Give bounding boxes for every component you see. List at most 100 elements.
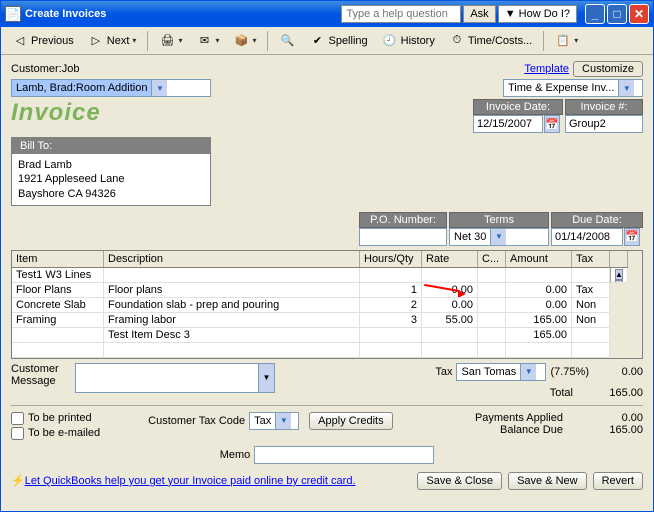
revert-button[interactable]: Revert	[593, 472, 643, 490]
cell-desc[interactable]: Framing labor	[104, 313, 360, 328]
cell-rate[interactable]	[422, 328, 478, 343]
dropdown-arrow-icon[interactable]: ▼	[258, 364, 274, 392]
line-items-grid[interactable]: Item Description Hours/Qty Rate C... Amo…	[11, 250, 643, 359]
cell-amount[interactable]: 0.00	[506, 283, 572, 298]
calendar-icon[interactable]: 📅	[544, 115, 560, 133]
dropdown-arrow-icon[interactable]: ▼	[618, 80, 634, 96]
print-button[interactable]: 🖨▾	[154, 30, 187, 52]
spelling-button[interactable]: ✔Spelling	[304, 30, 372, 52]
cell-item[interactable]: Concrete Slab	[12, 298, 104, 313]
dropdown-arrow-icon[interactable]: ▼	[490, 229, 506, 245]
cell-class[interactable]	[478, 298, 506, 313]
cell-rate[interactable]: 55.00	[422, 313, 478, 328]
cell-hours[interactable]: 2	[360, 298, 422, 313]
terms-combo[interactable]: Net 30 ▼	[449, 228, 549, 246]
table-row[interactable]	[12, 343, 642, 358]
table-row[interactable]: Floor PlansFloor plans10.000.00Tax	[12, 283, 642, 298]
email-button[interactable]: ✉▾	[191, 30, 224, 52]
dropdown-arrow-icon[interactable]: ▼	[520, 364, 536, 380]
cell-hours[interactable]	[360, 328, 422, 343]
customer-job-combo[interactable]: Lamb, Brad:Room Addition ▼	[11, 79, 211, 97]
table-row[interactable]: Concrete SlabFoundation slab - prep and …	[12, 298, 642, 313]
quickbooks-online-payment-link[interactable]: Let QuickBooks help you get your Invoice…	[25, 475, 356, 487]
cell-class[interactable]	[478, 268, 506, 283]
cell-item[interactable]	[12, 343, 104, 358]
customer-tax-code-combo[interactable]: Tax ▼	[249, 412, 299, 430]
table-row[interactable]: FramingFraming labor355.00 165.00Non	[12, 313, 642, 328]
cell-desc[interactable]	[104, 268, 360, 283]
history-button[interactable]: 🕘History	[377, 30, 440, 52]
find-button[interactable]: 🔍	[274, 30, 300, 52]
memo-input[interactable]	[254, 446, 434, 464]
template-combo[interactable]: Time & Expense Inv... ▼	[503, 79, 643, 97]
close-button[interactable]: ✕	[629, 4, 649, 24]
dropdown-arrow-icon[interactable]: ▼	[275, 413, 291, 429]
cell-rate[interactable]: 0.00	[422, 298, 478, 313]
cell-amount[interactable]: 165.00	[506, 328, 572, 343]
table-row[interactable]: Test Item Desc 3 165.00	[12, 328, 642, 343]
cell-class[interactable]	[478, 313, 506, 328]
next-button[interactable]: ▷Next▾	[83, 30, 142, 52]
col-class[interactable]: C...	[478, 251, 506, 268]
maximize-button[interactable]: □	[607, 4, 627, 24]
scroll-down-icon[interactable]: ▼	[615, 280, 623, 283]
help-question-input[interactable]	[341, 5, 461, 23]
cell-desc[interactable]: Foundation slab - prep and pouring	[104, 298, 360, 313]
cell-hours[interactable]	[360, 343, 422, 358]
cell-amount[interactable]	[506, 343, 572, 358]
col-description[interactable]: Description	[104, 251, 360, 268]
to-be-printed-checkbox[interactable]	[11, 412, 24, 425]
scroll-up-icon[interactable]: ▲	[615, 269, 623, 280]
cell-tax[interactable]: Tax	[572, 283, 610, 298]
tax-item-combo[interactable]: San Tomas ▼	[456, 363, 546, 381]
cell-tax[interactable]	[572, 343, 610, 358]
cell-amount[interactable]: 0.00	[506, 298, 572, 313]
cell-hours[interactable]: 1	[360, 283, 422, 298]
cell-rate[interactable]: 0.00	[422, 283, 478, 298]
cell-rate[interactable]	[422, 268, 478, 283]
dropdown-arrow-icon[interactable]: ▼	[151, 80, 167, 96]
cell-class[interactable]	[478, 283, 506, 298]
save-new-button[interactable]: Save & New	[508, 472, 587, 490]
invoice-date-input[interactable]	[473, 115, 543, 133]
to-be-emailed-checkbox[interactable]	[11, 427, 24, 440]
bill-to-body[interactable]: Brad Lamb 1921 Appleseed Lane Bayshore C…	[12, 154, 210, 205]
cell-tax[interactable]	[572, 268, 610, 283]
ask-button[interactable]: Ask	[463, 5, 495, 23]
scrollbar[interactable]: ▲▼	[610, 268, 628, 283]
cell-class[interactable]	[478, 328, 506, 343]
cell-tax[interactable]: Non	[572, 298, 610, 313]
customize-button[interactable]: Customize	[573, 61, 643, 77]
apply-credits-button[interactable]: Apply Credits	[309, 412, 392, 430]
cell-rate[interactable]	[422, 343, 478, 358]
cell-desc[interactable]: Test Item Desc 3	[104, 328, 360, 343]
cell-desc[interactable]	[104, 343, 360, 358]
calendar-icon[interactable]: 📅	[624, 228, 640, 246]
due-date-input[interactable]	[551, 228, 623, 246]
previous-button[interactable]: ◁Previous	[7, 30, 79, 52]
cell-item[interactable]: Framing	[12, 313, 104, 328]
cell-class[interactable]	[478, 343, 506, 358]
timecosts-button[interactable]: ⏱Time/Costs...	[444, 30, 537, 52]
letters-button[interactable]: 📋▾	[550, 30, 583, 52]
po-number-input[interactable]	[359, 228, 447, 246]
cell-item[interactable]: Floor Plans	[12, 283, 104, 298]
cell-item[interactable]	[12, 328, 104, 343]
col-tax[interactable]: Tax	[572, 251, 610, 268]
cell-amount[interactable]: 165.00	[506, 313, 572, 328]
ship-button[interactable]: 📦▾	[228, 30, 261, 52]
col-hours[interactable]: Hours/Qty	[360, 251, 422, 268]
col-item[interactable]: Item	[12, 251, 104, 268]
col-amount[interactable]: Amount	[506, 251, 572, 268]
cell-tax[interactable]	[572, 328, 610, 343]
cell-hours[interactable]	[360, 268, 422, 283]
cell-amount[interactable]	[506, 268, 572, 283]
cell-desc[interactable]: Floor plans	[104, 283, 360, 298]
cell-hours[interactable]: 3	[360, 313, 422, 328]
how-do-i-button[interactable]: ▼ How Do I?	[498, 5, 577, 23]
customer-message-combo[interactable]: ▼	[75, 363, 275, 393]
template-link[interactable]: Template	[524, 63, 569, 75]
cell-tax[interactable]: Non	[572, 313, 610, 328]
cell-item[interactable]: Test1 W3 Lines	[12, 268, 104, 283]
col-rate[interactable]: Rate	[422, 251, 478, 268]
